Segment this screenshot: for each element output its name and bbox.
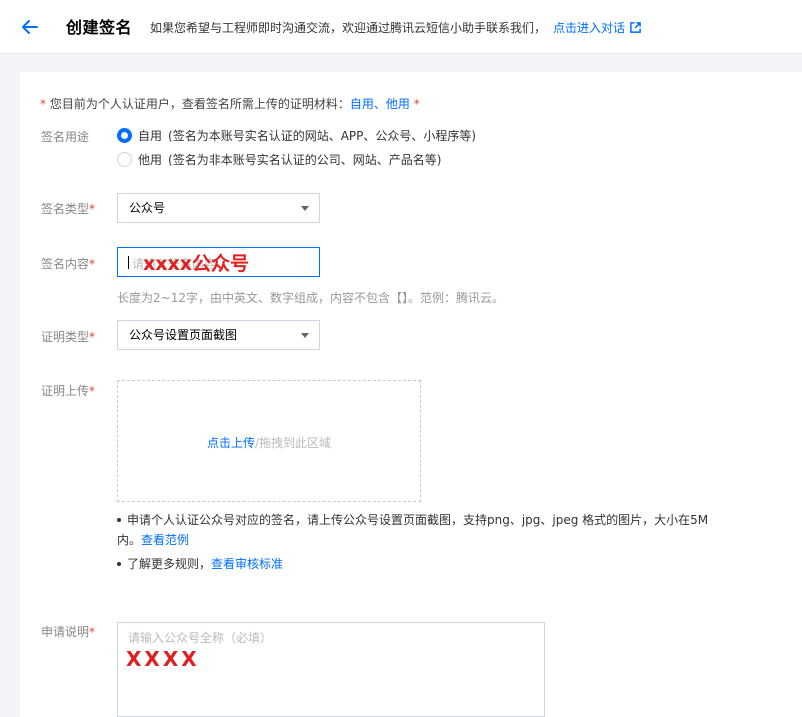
notice-link-self[interactable]: 自用 xyxy=(350,97,374,111)
notice-link-other[interactable]: 他用 xyxy=(386,97,410,111)
sign-type-select[interactable]: 公众号 xyxy=(117,193,320,223)
radio-other-label[interactable]: 他用 xyxy=(138,151,162,168)
upload-label-text: 证明上传 xyxy=(41,384,90,398)
chat-link[interactable]: 点击进入对话 xyxy=(553,19,641,36)
radio-other-desc: (签名为非本账号实名认证的公司、网站、产品名等) xyxy=(168,153,442,167)
upload-drag-text: /拖拽到此区域 xyxy=(254,436,332,450)
proof-type-required: * xyxy=(89,330,96,344)
radio-self[interactable]: 自用 (签名为本账号实名认证的网站、APP、公众号、小程序等) xyxy=(117,127,476,144)
upload-label: 证明上传* xyxy=(41,382,95,399)
radio-self-label[interactable]: 自用 xyxy=(138,127,162,144)
description-required: * xyxy=(89,625,96,639)
description-label: 申请说明* xyxy=(41,623,95,640)
review-standard-link[interactable]: 查看审核标准 xyxy=(211,557,283,571)
sign-content-required: * xyxy=(89,257,96,271)
review-rule-text: 了解更多规则， xyxy=(127,557,212,571)
upload-dropzone[interactable]: 点击上传/拖拽到此区域 xyxy=(117,380,421,502)
page-title: 创建签名 xyxy=(66,18,133,37)
bullet-dot xyxy=(117,517,121,522)
header-note: 如果您希望与工程师即时沟通交流，欢迎通过腾讯云短信小助手联系我们， xyxy=(150,21,547,35)
sign-content-input[interactable]: 请输入签名内容 xxxx公众号 xyxy=(117,247,320,277)
upload-rule-line2: 内。 xyxy=(117,533,142,547)
radio-other[interactable]: 他用 (签名为非本账号实名认证的公司、网站、产品名等) xyxy=(117,151,441,168)
sign-type-label-text: 签名类型 xyxy=(41,202,90,216)
review-rule-bullet: 了解更多规则，查看审核标准 xyxy=(117,554,283,574)
chevron-down-icon xyxy=(301,206,309,211)
radio-self-indicator[interactable] xyxy=(117,128,132,143)
notice-separator: 、 xyxy=(373,97,386,111)
notice-suffix: * xyxy=(409,97,420,111)
sign-content-label: 签名内容* xyxy=(41,255,95,272)
sign-content-annotation: xxxx公众号 xyxy=(143,253,250,275)
notice-text: * 您目前为个人认证用户，查看签名所需上传的证明材料：自用、他用 * xyxy=(40,95,420,112)
text-cursor xyxy=(128,256,129,269)
radio-self-desc: (签名为本账号实名认证的网站、APP、公众号、小程序等) xyxy=(168,129,477,143)
radio-other-indicator[interactable] xyxy=(117,152,132,167)
proof-type-label: 证明类型* xyxy=(41,328,95,345)
upload-required: * xyxy=(89,384,96,398)
sign-type-label: 签名类型* xyxy=(41,200,95,217)
page-header: 创建签名 如果您希望与工程师即时沟通交流，欢迎通过腾讯云短信小助手联系我们， 点… xyxy=(0,0,802,54)
upload-rule-line1: 申请个人认证公众号对应的签名，请上传公众号设置页面截图，支持png、jpg、jp… xyxy=(127,513,709,527)
sign-content-label-text: 签名内容 xyxy=(41,257,90,271)
upload-rule-bullet: 申请个人认证公众号对应的签名，请上传公众号设置页面截图，支持png、jpg、jp… xyxy=(117,510,708,550)
chat-link-label[interactable]: 点击进入对话 xyxy=(553,19,625,36)
external-link-icon[interactable] xyxy=(630,22,641,33)
usage-label-text: 签名用途 xyxy=(41,130,90,144)
notice-body: 您目前为个人认证用户，查看签名所需上传的证明材料： xyxy=(49,97,350,111)
sign-type-required: * xyxy=(89,202,96,216)
bullet-dot xyxy=(117,561,121,566)
upload-link[interactable]: 点击上传 xyxy=(207,436,255,450)
proof-type-value: 公众号设置页面截图 xyxy=(129,328,238,342)
description-textarea[interactable]: 请输入公众号全称（必填） XXXX xyxy=(117,622,545,717)
upload-prompt: 点击上传/拖拽到此区域 xyxy=(118,434,420,451)
description-placeholder: 请输入公众号全称（必填） xyxy=(128,631,273,645)
sign-type-value: 公众号 xyxy=(129,201,166,215)
usage-label: 签名用途 xyxy=(41,128,89,145)
sign-content-hint: 长度为2~12字，由中英文、数字组成，内容不包含【】。范例：腾讯云。 xyxy=(117,291,504,305)
notice-prefix: * xyxy=(40,97,50,111)
back-arrow-icon[interactable] xyxy=(20,17,40,37)
description-annotation: XXXX xyxy=(126,647,200,671)
view-example-link[interactable]: 查看范例 xyxy=(141,533,189,547)
proof-type-label-text: 证明类型 xyxy=(41,330,90,344)
description-label-text: 申请说明 xyxy=(41,625,90,639)
chevron-down-icon xyxy=(301,333,309,338)
proof-type-select[interactable]: 公众号设置页面截图 xyxy=(117,320,320,350)
